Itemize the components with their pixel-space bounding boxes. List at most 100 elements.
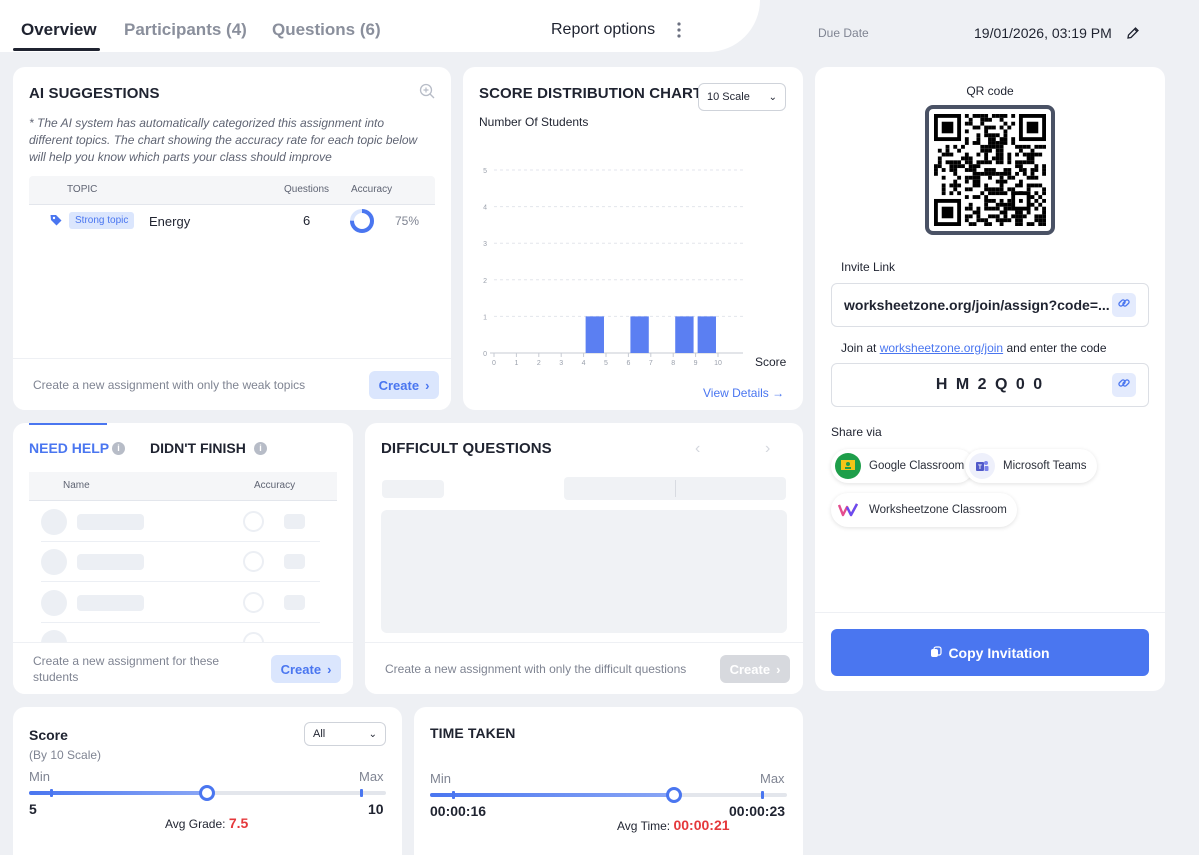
active-tab-indicator <box>13 48 100 51</box>
time-avg-knob[interactable] <box>666 787 682 803</box>
score-distribution-card: SCORE DISTRIBUTION CHART 10 Scale ⌄ Numb… <box>463 67 803 410</box>
create-difficult-questions-button[interactable]: Create › <box>720 655 790 683</box>
header-questions: Questions <box>284 184 330 195</box>
score-filter-select[interactable]: All ⌄ <box>304 722 386 746</box>
accuracy-ring <box>349 208 375 234</box>
tab-didnt-finish[interactable]: DIDN'T FINISH <box>150 440 246 456</box>
score-title: Score <box>29 727 68 743</box>
chevron-right-icon[interactable]: › <box>765 440 770 458</box>
value-placeholder <box>284 554 305 569</box>
info-icon[interactable]: i <box>254 442 267 455</box>
due-date-value: 19/01/2026, 03:19 PM <box>974 25 1112 41</box>
copy-invitation-button[interactable]: Copy Invitation <box>831 629 1149 676</box>
avg-time-label: Avg Time: <box>617 819 674 833</box>
copy-link-button[interactable] <box>1112 293 1136 317</box>
view-details-link[interactable]: View Details → <box>703 386 784 400</box>
divider <box>815 612 1165 613</box>
need-help-footer: Create a new assignment for these studen… <box>13 642 353 694</box>
share-microsoft-teams-button[interactable]: T Microsoft Teams <box>965 449 1097 483</box>
chart-bar <box>630 316 649 353</box>
info-icon[interactable]: i <box>112 442 125 455</box>
strong-topic-badge: Strong topic <box>69 212 135 229</box>
ai-suggestions-title: AI SUGGESTIONS <box>29 85 160 102</box>
ring-placeholder <box>243 551 264 572</box>
x-tick-label: 4 <box>582 360 586 367</box>
x-tick-label: 2 <box>537 360 541 367</box>
copy-code-button[interactable] <box>1112 373 1136 397</box>
join-link[interactable]: worksheetzone.org/join <box>880 341 1003 355</box>
invite-link-field[interactable]: worksheetzone.org/join/assign?code=... <box>831 283 1149 327</box>
join-code-field[interactable]: H M 2 Q 0 0 <box>831 363 1149 407</box>
time-min-label: Min <box>430 771 451 786</box>
x-tick-label: 6 <box>626 360 630 367</box>
score-min-tick <box>50 789 53 797</box>
time-min-tick <box>452 791 455 799</box>
x-tick-label: 9 <box>694 360 698 367</box>
x-tick-label: 3 <box>559 360 563 367</box>
topic-questions: 6 <box>303 213 311 228</box>
create-label: Create <box>729 661 771 677</box>
chart-bar <box>675 316 694 353</box>
edit-pencil-icon[interactable] <box>1126 26 1140 40</box>
link-icon <box>1117 296 1131 315</box>
value-placeholder <box>284 514 305 529</box>
score-filter-value: All <box>313 728 326 740</box>
create-label: Create <box>378 377 420 393</box>
share-google-classroom-button[interactable]: Google Classroom <box>831 449 975 483</box>
score-subtitle: (By 10 Scale) <box>29 748 102 762</box>
qr-code-image[interactable] <box>925 105 1055 235</box>
create-for-students-button[interactable]: Create › <box>271 655 341 683</box>
tab-questions[interactable]: Questions (6) <box>272 20 381 40</box>
tab-participants[interactable]: Participants (4) <box>124 20 247 40</box>
divider <box>41 541 320 542</box>
chart-bar <box>697 316 716 353</box>
x-tick-label: 10 <box>714 360 722 367</box>
difficult-footer-text: Create a new assignment with only the di… <box>385 662 687 676</box>
header-topic: TOPIC <box>67 184 98 195</box>
ring-placeholder <box>243 592 264 613</box>
value-placeholder <box>284 595 305 610</box>
svg-text:T: T <box>978 465 982 471</box>
table-row[interactable]: Strong topic Energy 6 75% <box>29 205 435 237</box>
tab-need-help[interactable]: NEED HELP <box>29 440 109 456</box>
chevron-left-icon[interactable]: ‹ <box>695 440 700 458</box>
zoom-in-icon[interactable] <box>419 83 435 99</box>
link-icon <box>1117 376 1131 395</box>
score-slider-fill <box>29 791 207 795</box>
header-accuracy: Accuracy <box>351 184 393 195</box>
share-wz-label: Worksheetzone Classroom <box>869 504 1007 516</box>
join-suffix: and enter the code <box>1003 341 1107 355</box>
time-slider-fill <box>430 793 674 797</box>
score-card: Score (By 10 Scale) All ⌄ Min Max 5 10 A… <box>13 707 402 855</box>
time-min-value: 00:00:16 <box>430 803 487 819</box>
tab-overview[interactable]: Overview <box>21 20 97 40</box>
create-weak-topics-button[interactable]: Create › <box>369 371 439 399</box>
name-placeholder <box>77 554 144 570</box>
report-options-button[interactable]: Report options <box>551 21 655 39</box>
score-max-label: Max <box>359 769 384 784</box>
y-tick-label: 1 <box>483 314 487 321</box>
active-tab-indicator <box>29 423 107 425</box>
need-help-table-header: Name Accuracy <box>29 472 337 500</box>
worksheetzone-icon <box>835 497 861 523</box>
invite-link-label: Invite Link <box>841 260 896 274</box>
avg-grade-label: Avg Grade: <box>165 817 229 831</box>
tag-icon <box>49 213 63 227</box>
share-worksheetzone-classroom-button[interactable]: Worksheetzone Classroom <box>831 493 1017 527</box>
qr-code-graphic <box>934 114 1046 226</box>
share-google-label: Google Classroom <box>869 460 965 472</box>
divider <box>41 581 320 582</box>
time-taken-card: TIME TAKEN Min Max 00:00:16 00:00:23 Avg… <box>414 707 803 855</box>
score-min-label: Min <box>29 769 50 784</box>
share-teams-label: Microsoft Teams <box>1003 460 1087 472</box>
score-avg-knob[interactable] <box>199 785 215 801</box>
y-tick-label: 4 <box>483 205 487 212</box>
need-help-footer-text: Create a new assignment for these studen… <box>33 654 220 684</box>
avatar-placeholder <box>41 509 67 535</box>
join-prefix: Join at <box>841 341 880 355</box>
join-instructions: Join at worksheetzone.org/join and enter… <box>841 341 1107 355</box>
more-vertical-icon[interactable] <box>672 20 686 40</box>
share-via-label: Share via <box>831 425 882 439</box>
tab-placeholder <box>382 480 444 498</box>
avg-grade-value: 7.5 <box>228 815 249 831</box>
